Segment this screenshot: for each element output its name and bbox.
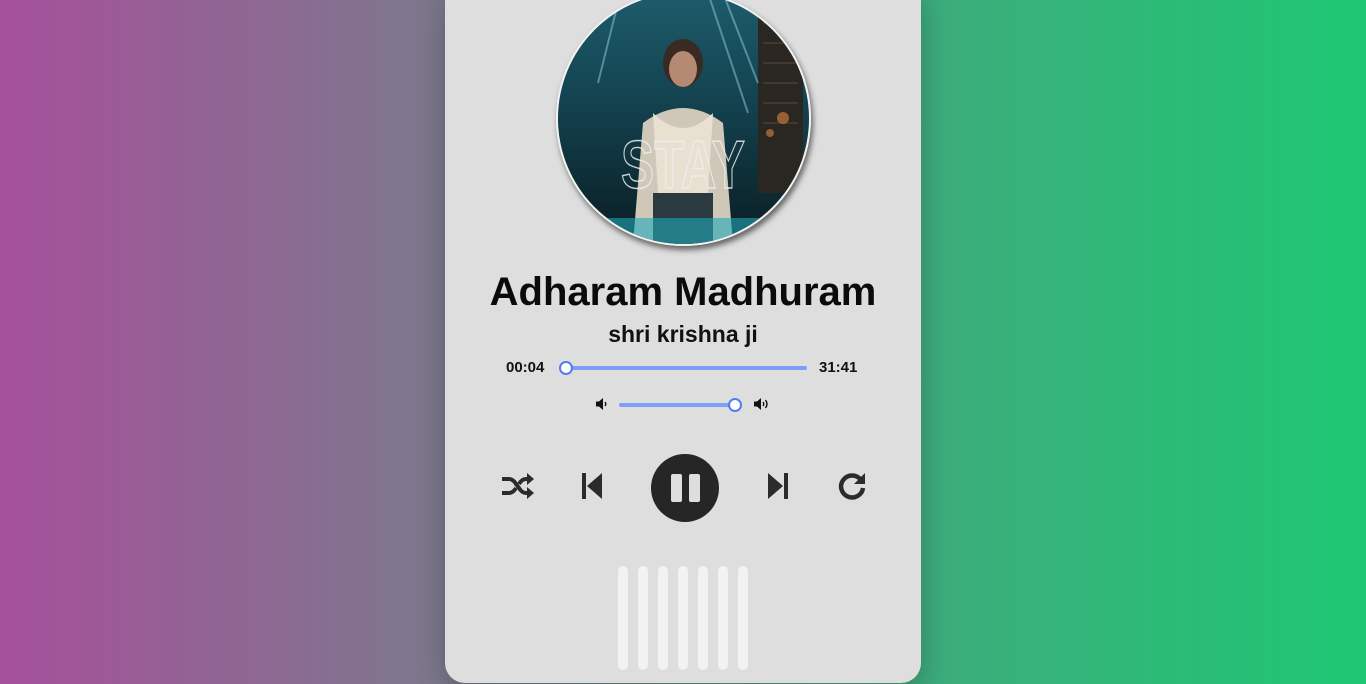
volume-high-icon[interactable] [754, 397, 771, 416]
shuffle-button[interactable] [499, 472, 535, 504]
visualizer-bar [678, 566, 688, 670]
visualizer-bar [618, 566, 628, 670]
next-icon [767, 472, 789, 505]
duration-time: 31:41 [819, 359, 858, 376]
visualizer-bar [718, 566, 728, 670]
visualizer-bar [658, 566, 668, 670]
pause-button[interactable] [651, 454, 719, 522]
repeat-button[interactable] [836, 472, 868, 504]
visualizer-bar [698, 566, 708, 670]
audio-visualizer [618, 566, 748, 670]
progress-bar[interactable] [565, 366, 807, 370]
album-cover: STAY [556, 0, 811, 246]
song-title: Adharam Madhuram [489, 270, 877, 314]
previous-button[interactable] [580, 472, 604, 504]
next-button[interactable] [766, 472, 790, 504]
visualizer-bar [738, 566, 748, 670]
shuffle-icon [500, 472, 534, 505]
pause-icon [670, 474, 682, 502]
repeat-icon [837, 471, 867, 506]
previous-icon [581, 472, 603, 505]
visualizer-bar [638, 566, 648, 670]
current-time: 00:04 [506, 359, 545, 376]
cover-text: STAY [621, 127, 745, 203]
artist-name: shri krishna ji [608, 321, 758, 347]
volume-thumb[interactable] [728, 398, 742, 412]
volume-low-icon[interactable] [596, 397, 608, 416]
volume-bar[interactable] [619, 403, 735, 407]
